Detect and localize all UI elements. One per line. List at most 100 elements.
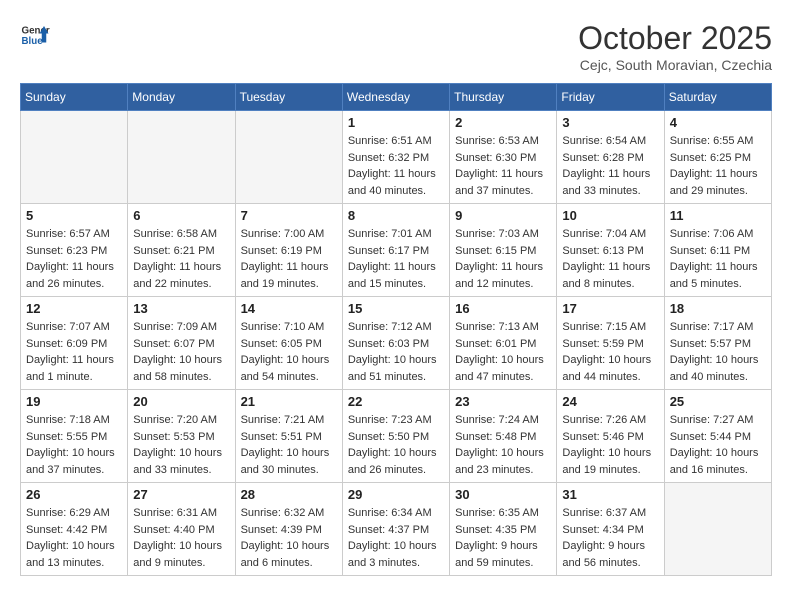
day-number: 22 xyxy=(348,394,444,409)
day-info: Sunrise: 6:29 AMSunset: 4:42 PMDaylight:… xyxy=(26,505,122,571)
weekday-header-sunday: Sunday xyxy=(21,84,128,111)
day-info: Sunrise: 7:24 AMSunset: 5:48 PMDaylight:… xyxy=(455,412,551,478)
calendar-cell: 20 Sunrise: 7:20 AMSunset: 5:53 PMDayligh… xyxy=(128,390,235,483)
calendar-cell: 1 Sunrise: 6:51 AMSunset: 6:32 PMDaylight… xyxy=(342,111,449,204)
calendar-cell: 30Sunrise: 6:35 AMSunset: 4:35 PMDayligh… xyxy=(450,483,557,576)
day-number: 27 xyxy=(133,487,229,502)
calendar-cell: 5 Sunrise: 6:57 AMSunset: 6:23 PMDaylight… xyxy=(21,204,128,297)
calendar-cell: 13 Sunrise: 7:09 AMSunset: 6:07 PMDayligh… xyxy=(128,297,235,390)
day-number: 25 xyxy=(670,394,766,409)
day-number: 15 xyxy=(348,301,444,316)
day-number: 23 xyxy=(455,394,551,409)
day-info: Sunrise: 7:00 AMSunset: 6:19 PMDaylight:… xyxy=(241,226,337,292)
calendar-cell: 7 Sunrise: 7:00 AMSunset: 6:19 PMDaylight… xyxy=(235,204,342,297)
day-number: 28 xyxy=(241,487,337,502)
day-number: 1 xyxy=(348,115,444,130)
day-number: 19 xyxy=(26,394,122,409)
day-number: 24 xyxy=(562,394,658,409)
day-info: Sunrise: 7:17 AMSunset: 5:57 PMDaylight:… xyxy=(670,319,766,385)
calendar-cell: 31 Sunrise: 6:37 AMSunset: 4:34 PMDayligh… xyxy=(557,483,664,576)
calendar-cell: 10 Sunrise: 7:04 AMSunset: 6:13 PMDayligh… xyxy=(557,204,664,297)
calendar-cell: 15 Sunrise: 7:12 AMSunset: 6:03 PMDayligh… xyxy=(342,297,449,390)
day-info: Sunrise: 6:34 AMSunset: 4:37 PMDaylight:… xyxy=(348,505,444,571)
calendar-cell xyxy=(235,111,342,204)
page-header: General Blue October 2025 Cejc, South Mo… xyxy=(20,20,772,73)
day-number: 8 xyxy=(348,208,444,223)
day-number: 2 xyxy=(455,115,551,130)
calendar-cell xyxy=(664,483,771,576)
title-block: October 2025 Cejc, South Moravian, Czech… xyxy=(578,20,772,73)
day-info: Sunrise: 6:32 AMSunset: 4:39 PMDaylight:… xyxy=(241,505,337,571)
calendar-cell: 12Sunrise: 7:07 AMSunset: 6:09 PMDayligh… xyxy=(21,297,128,390)
calendar-cell xyxy=(128,111,235,204)
day-number: 16 xyxy=(455,301,551,316)
day-info: Sunrise: 7:13 AMSunset: 6:01 PMDaylight:… xyxy=(455,319,551,385)
day-info: Sunrise: 7:03 AMSunset: 6:15 PMDaylight:… xyxy=(455,226,551,292)
day-number: 5 xyxy=(26,208,122,223)
weekday-header-wednesday: Wednesday xyxy=(342,84,449,111)
calendar-cell: 29 Sunrise: 6:34 AMSunset: 4:37 PMDayligh… xyxy=(342,483,449,576)
month-title: October 2025 xyxy=(578,20,772,57)
day-info: Sunrise: 7:15 AMSunset: 5:59 PMDaylight:… xyxy=(562,319,658,385)
day-info: Sunrise: 7:09 AMSunset: 6:07 PMDaylight:… xyxy=(133,319,229,385)
calendar-cell: 22 Sunrise: 7:23 AMSunset: 5:50 PMDayligh… xyxy=(342,390,449,483)
calendar-cell: 16 Sunrise: 7:13 AMSunset: 6:01 PMDayligh… xyxy=(450,297,557,390)
weekday-header-friday: Friday xyxy=(557,84,664,111)
day-number: 4 xyxy=(670,115,766,130)
day-info: Sunrise: 6:55 AMSunset: 6:25 PMDaylight:… xyxy=(670,133,766,199)
calendar-cell: 14 Sunrise: 7:10 AMSunset: 6:05 PMDayligh… xyxy=(235,297,342,390)
calendar-cell: 24 Sunrise: 7:26 AMSunset: 5:46 PMDayligh… xyxy=(557,390,664,483)
day-info: Sunrise: 7:18 AMSunset: 5:55 PMDaylight:… xyxy=(26,412,122,478)
calendar-cell: 19 Sunrise: 7:18 AMSunset: 5:55 PMDayligh… xyxy=(21,390,128,483)
calendar-cell: 9 Sunrise: 7:03 AMSunset: 6:15 PMDaylight… xyxy=(450,204,557,297)
day-number: 7 xyxy=(241,208,337,223)
day-number: 21 xyxy=(241,394,337,409)
calendar-cell: 6Sunrise: 6:58 AMSunset: 6:21 PMDaylight… xyxy=(128,204,235,297)
location-subtitle: Cejc, South Moravian, Czechia xyxy=(578,57,772,73)
day-info: Sunrise: 6:53 AMSunset: 6:30 PMDaylight:… xyxy=(455,133,551,199)
day-number: 31 xyxy=(562,487,658,502)
day-number: 14 xyxy=(241,301,337,316)
day-info: Sunrise: 6:57 AMSunset: 6:23 PMDaylight:… xyxy=(26,226,122,292)
day-number: 29 xyxy=(348,487,444,502)
calendar-cell: 18 Sunrise: 7:17 AMSunset: 5:57 PMDayligh… xyxy=(664,297,771,390)
day-info: Sunrise: 7:10 AMSunset: 6:05 PMDaylight:… xyxy=(241,319,337,385)
weekday-header-monday: Monday xyxy=(128,84,235,111)
day-info: Sunrise: 6:54 AMSunset: 6:28 PMDaylight:… xyxy=(562,133,658,199)
day-info: Sunrise: 7:04 AMSunset: 6:13 PMDaylight:… xyxy=(562,226,658,292)
day-number: 20 xyxy=(133,394,229,409)
day-number: 30 xyxy=(455,487,551,502)
day-info: Sunrise: 7:23 AMSunset: 5:50 PMDaylight:… xyxy=(348,412,444,478)
day-number: 13 xyxy=(133,301,229,316)
calendar-cell: 23 Sunrise: 7:24 AMSunset: 5:48 PMDayligh… xyxy=(450,390,557,483)
calendar-cell: 2 Sunrise: 6:53 AMSunset: 6:30 PMDaylight… xyxy=(450,111,557,204)
calendar-table: SundayMondayTuesdayWednesdayThursdayFrid… xyxy=(20,83,772,576)
weekday-header-tuesday: Tuesday xyxy=(235,84,342,111)
calendar-cell: 3 Sunrise: 6:54 AMSunset: 6:28 PMDaylight… xyxy=(557,111,664,204)
day-info: Sunrise: 7:26 AMSunset: 5:46 PMDaylight:… xyxy=(562,412,658,478)
day-info: Sunrise: 6:31 AMSunset: 4:40 PMDaylight:… xyxy=(133,505,229,571)
day-number: 18 xyxy=(670,301,766,316)
calendar-cell: 17Sunrise: 7:15 AMSunset: 5:59 PMDayligh… xyxy=(557,297,664,390)
calendar-cell: 4 Sunrise: 6:55 AMSunset: 6:25 PMDaylight… xyxy=(664,111,771,204)
day-info: Sunrise: 7:20 AMSunset: 5:53 PMDaylight:… xyxy=(133,412,229,478)
day-number: 3 xyxy=(562,115,658,130)
weekday-header-saturday: Saturday xyxy=(664,84,771,111)
day-number: 11 xyxy=(670,208,766,223)
day-number: 6 xyxy=(133,208,229,223)
day-info: Sunrise: 6:51 AMSunset: 6:32 PMDaylight:… xyxy=(348,133,444,199)
day-number: 9 xyxy=(455,208,551,223)
calendar-cell: 11 Sunrise: 7:06 AMSunset: 6:11 PMDayligh… xyxy=(664,204,771,297)
day-info: Sunrise: 7:07 AMSunset: 6:09 PMDaylight:… xyxy=(26,319,122,385)
day-number: 10 xyxy=(562,208,658,223)
day-info: Sunrise: 7:27 AMSunset: 5:44 PMDaylight:… xyxy=(670,412,766,478)
calendar-cell: 21Sunrise: 7:21 AMSunset: 5:51 PMDayligh… xyxy=(235,390,342,483)
day-info: Sunrise: 7:01 AMSunset: 6:17 PMDaylight:… xyxy=(348,226,444,292)
day-info: Sunrise: 6:37 AMSunset: 4:34 PMDaylight:… xyxy=(562,505,658,571)
logo: General Blue xyxy=(20,20,50,50)
day-number: 26 xyxy=(26,487,122,502)
svg-text:Blue: Blue xyxy=(22,36,44,47)
day-info: Sunrise: 7:06 AMSunset: 6:11 PMDaylight:… xyxy=(670,226,766,292)
day-info: Sunrise: 7:12 AMSunset: 6:03 PMDaylight:… xyxy=(348,319,444,385)
calendar-cell: 25 Sunrise: 7:27 AMSunset: 5:44 PMDayligh… xyxy=(664,390,771,483)
